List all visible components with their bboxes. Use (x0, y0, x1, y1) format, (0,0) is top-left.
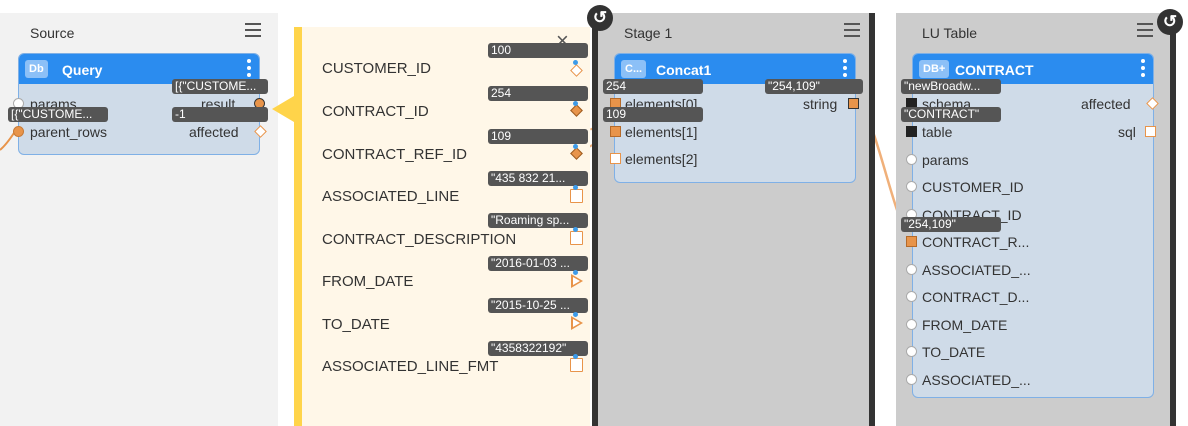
yellow-accent-bar (294, 27, 302, 426)
port-label: params (922, 152, 969, 168)
db-badge: Db (25, 60, 48, 78)
port-label: elements[2] (625, 151, 698, 167)
string-value-tag: "254,109" (765, 79, 863, 94)
element-2-port[interactable] (610, 153, 621, 164)
table-value-tag: "CONTRACT" (901, 107, 1001, 122)
port-label: ASSOCIATED_... (922, 262, 1031, 278)
string-port[interactable] (848, 98, 859, 109)
contract-ref-port[interactable] (906, 236, 917, 247)
port-label: FROM_DATE (922, 317, 1008, 333)
port-label: TO_DATE (922, 344, 986, 360)
undo-icon[interactable]: ↺ (587, 5, 613, 31)
field-port[interactable] (571, 316, 583, 330)
field-port[interactable] (570, 231, 583, 245)
schema-value-tag: "newBroadw... (901, 79, 1001, 94)
field-label: CONTRACT_REF_ID (322, 146, 468, 163)
panel-title: LU Table (922, 25, 978, 41)
concat-badge: C... (621, 60, 647, 78)
link-dot (573, 270, 578, 275)
link-dot (573, 354, 578, 359)
element-0-value-tag: 254 (603, 79, 703, 94)
customer-id-port[interactable] (906, 181, 917, 192)
db-plus-badge: DB+ (919, 60, 950, 78)
port-label: sql (1118, 124, 1136, 140)
port-label: table (922, 124, 953, 140)
field-value-tag: 109 (488, 129, 588, 144)
result-value-tag: [{"CUSTOME... (172, 79, 268, 94)
field-label: CONTRACT_ID (322, 103, 429, 120)
affected-value-tag: -1 (172, 107, 268, 122)
undo-icon[interactable]: ↺ (1157, 9, 1183, 35)
contract-description-port[interactable] (906, 291, 917, 302)
field-value-tag: "Roaming sp... (488, 213, 588, 228)
field-value-tag: "2016-01-03 ... (488, 256, 588, 271)
port-label: ASSOCIATED_... (922, 372, 1031, 388)
more-icon[interactable] (1141, 59, 1145, 80)
field-value-tag: "435 832 21... (488, 171, 588, 186)
field-label: CONTRACT_DESCRIPTION (322, 231, 517, 248)
port-label: CONTRACT_R... (922, 234, 1030, 250)
parent-rows-value-tag: [{"CUSTOME... (8, 107, 108, 122)
port-label: affected (189, 124, 239, 140)
table-port[interactable] (906, 126, 917, 137)
link-dot (573, 227, 578, 232)
node-title: Query (62, 62, 103, 78)
node-title: CONTRACT (955, 62, 1034, 78)
menu-icon[interactable] (844, 23, 860, 37)
field-port[interactable] (571, 274, 583, 288)
panel-title: Stage 1 (624, 25, 673, 41)
port-label: affected (1081, 96, 1131, 112)
field-port[interactable] (570, 189, 583, 203)
collapse-arrow-icon[interactable] (272, 96, 294, 122)
contract-ref-value-tag: "254,109" (901, 217, 1001, 232)
element-1-port[interactable] (610, 126, 621, 137)
port-label: CONTRACT_D... (922, 289, 1030, 305)
port-label: elements[1] (625, 124, 698, 140)
to-date-port[interactable] (906, 346, 917, 357)
link-dot (573, 185, 578, 190)
sql-port[interactable] (1145, 126, 1156, 137)
field-value-tag: "2015-10-25 ... (488, 298, 588, 313)
parent-rows-port[interactable] (13, 126, 24, 137)
field-value-tag: 254 (488, 86, 588, 101)
associated-line-fmt-port[interactable] (906, 374, 917, 385)
from-date-port[interactable] (906, 319, 917, 330)
params-port[interactable] (906, 154, 917, 165)
more-icon[interactable] (843, 59, 847, 80)
link-dot (573, 101, 578, 106)
port-label: parent_rows (30, 124, 108, 140)
field-port[interactable] (570, 358, 583, 372)
field-label: CUSTOMER_ID (322, 60, 431, 77)
link-dot (573, 60, 578, 65)
associated-line-port[interactable] (906, 264, 917, 275)
link-dot (573, 144, 578, 149)
field-label: ASSOCIATED_LINE_FMT (322, 358, 499, 375)
link-dot (573, 312, 578, 317)
field-value-tag: 100 (488, 43, 588, 58)
field-label: ASSOCIATED_LINE (322, 188, 460, 205)
port-label: string (803, 96, 838, 112)
port-label: CUSTOMER_ID (922, 179, 1024, 195)
node-title: Concat1 (656, 62, 712, 78)
field-label: FROM_DATE (322, 273, 414, 290)
menu-icon[interactable] (1137, 23, 1153, 37)
more-icon[interactable] (247, 59, 251, 80)
element-1-value-tag: 109 (603, 107, 703, 122)
field-label: TO_DATE (322, 316, 390, 333)
